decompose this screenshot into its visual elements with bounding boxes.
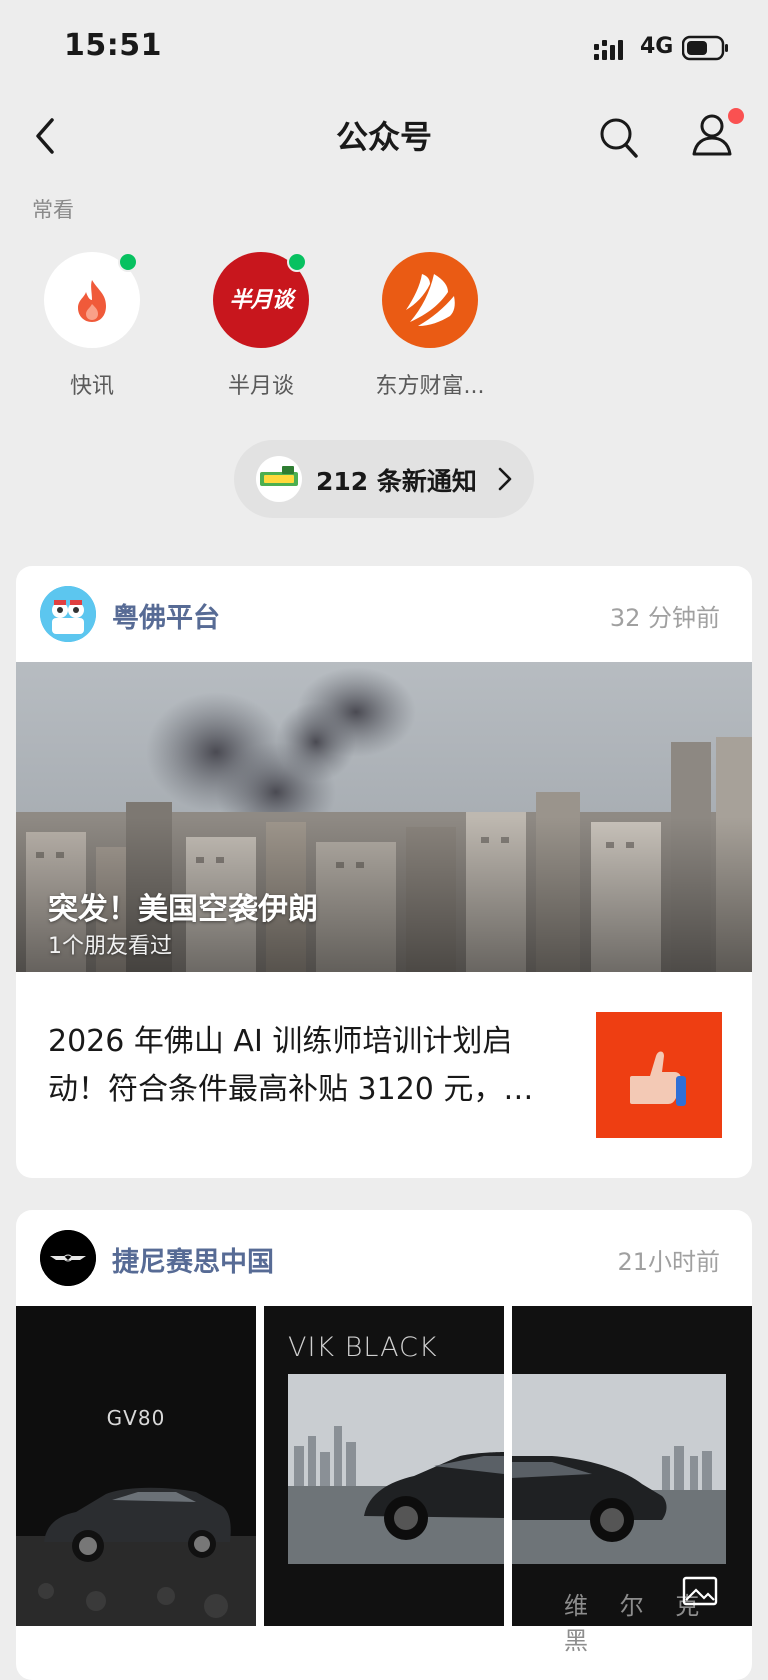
account-name[interactable]: 捷尼赛思中国 bbox=[112, 1240, 274, 1279]
profile-icon[interactable] bbox=[690, 112, 734, 158]
new-notifications-button[interactable]: 212 条新通知 bbox=[234, 440, 534, 518]
feed-card[interactable]: 粤佛平台 32 分钟前 突发！美国空袭伊朗 1个朋友看过 2026 年佛山 AI… bbox=[16, 566, 752, 1178]
battery-icon bbox=[682, 35, 728, 61]
frequent-account-kuaixun[interactable]: 快讯 bbox=[32, 252, 152, 400]
frequent-label: 常看 bbox=[32, 198, 74, 222]
feed-card[interactable]: 捷尼赛思中国 21小时前 GV80 VIK BLACK 维 尔 克 黑 bbox=[16, 1210, 752, 1680]
signal-icon bbox=[594, 40, 623, 60]
post-time: 32 分钟前 bbox=[609, 604, 720, 632]
account-avatar[interactable] bbox=[40, 586, 96, 642]
eastmoney-logo-icon bbox=[406, 274, 455, 326]
eastmoney-avatar bbox=[382, 252, 478, 348]
notification-count-text: 212 条新通知 bbox=[316, 467, 477, 496]
friends-viewed-text: 1个朋友看过 bbox=[48, 934, 172, 959]
article-item[interactable]: 2026 年佛山 AI 训练师培训计划启动！符合条件最高补贴 3120 元，… bbox=[16, 972, 752, 1172]
network-type: 4G bbox=[640, 34, 674, 59]
gallery-image-gv80[interactable]: GV80 bbox=[16, 1306, 256, 1626]
hero-article[interactable]: 突发！美国空袭伊朗 1个朋友看过 bbox=[16, 662, 752, 972]
article-thumbnail bbox=[596, 1012, 722, 1138]
card-header: 粤佛平台 32 分钟前 bbox=[16, 566, 752, 662]
account-name: 快讯 bbox=[69, 374, 114, 399]
post-time: 21小时前 bbox=[617, 1248, 720, 1276]
notification-badge bbox=[728, 108, 744, 124]
vik-black-chinese-label: 维 尔 克 黑 bbox=[564, 1592, 712, 1655]
account-name: 半月谈 bbox=[227, 374, 294, 399]
online-dot bbox=[118, 252, 138, 272]
frequent-account-banyuetan[interactable]: 半月谈 半月谈 bbox=[201, 252, 321, 400]
vik-black-label: VIK BLACK bbox=[288, 1332, 438, 1363]
notification-account-avatar bbox=[256, 456, 302, 502]
frequent-account-eastmoney[interactable]: 东方财富... bbox=[370, 252, 490, 400]
image-gallery-icon bbox=[682, 1576, 718, 1606]
genesis-wings-icon bbox=[40, 1230, 96, 1286]
search-icon[interactable] bbox=[598, 114, 640, 160]
card-header: 捷尼赛思中国 21小时前 bbox=[16, 1210, 752, 1306]
banyuetan-avatar: 半月谈 bbox=[213, 252, 309, 348]
thumbs-up-icon bbox=[630, 1051, 686, 1106]
image-gallery[interactable]: GV80 VIK BLACK 维 尔 克 黑 bbox=[16, 1306, 752, 1655]
account-name[interactable]: 粤佛平台 bbox=[112, 596, 220, 635]
account-name: 东方财富... bbox=[375, 374, 485, 399]
article-title: 2026 年佛山 AI 训练师培训计划启动！符合条件最高补贴 3120 元，… bbox=[48, 1024, 534, 1107]
gv80-label: GV80 bbox=[106, 1406, 166, 1430]
gallery-image-vik-black[interactable]: VIK BLACK bbox=[264, 1306, 504, 1626]
online-dot bbox=[287, 252, 307, 272]
banyuetan-logo-text: 半月谈 bbox=[229, 288, 293, 313]
chevron-right-icon bbox=[498, 467, 512, 491]
hero-headline: 突发！美国空袭伊朗 bbox=[48, 892, 318, 927]
kuaixun-avatar bbox=[44, 252, 140, 348]
page-title: 公众号 bbox=[335, 118, 432, 156]
status-time: 15:51 bbox=[64, 28, 162, 63]
account-avatar[interactable] bbox=[40, 1230, 96, 1286]
